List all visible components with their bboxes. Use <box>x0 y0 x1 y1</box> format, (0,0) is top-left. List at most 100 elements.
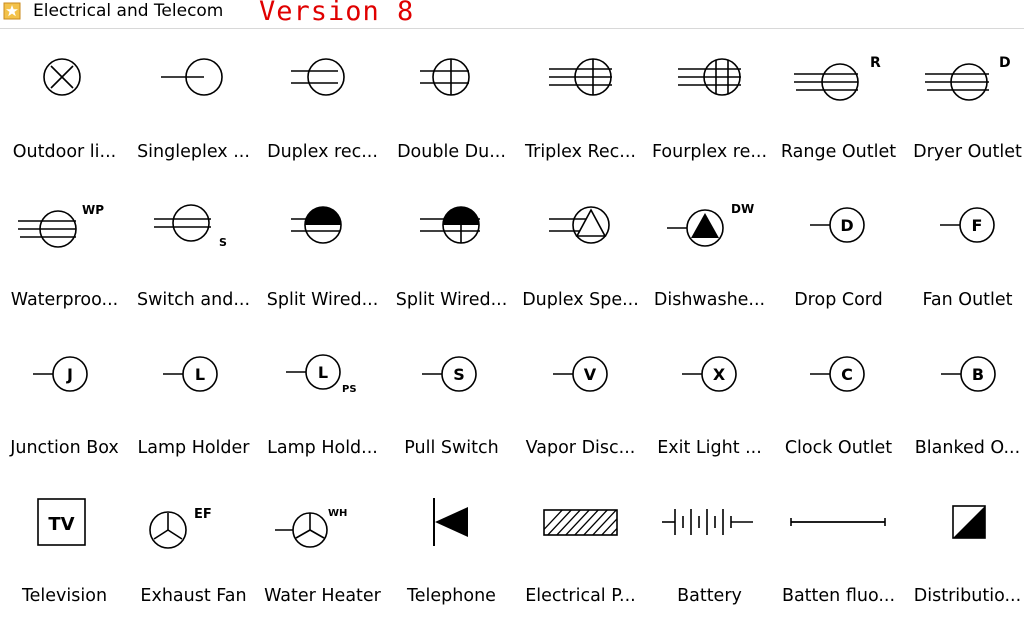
vapor-discharge-icon: V <box>516 324 645 434</box>
symbol-item[interactable]: C Clock Outlet <box>774 324 903 472</box>
symbol-item[interactable]: S Switch and... <box>129 176 258 324</box>
symbol-item[interactable]: Batten fluo... <box>774 472 903 620</box>
symbol-label: Outdoor li... <box>12 142 117 162</box>
dryer-outlet-icon: D <box>903 28 1024 138</box>
clock-tag: C <box>841 365 853 384</box>
symbol-item[interactable]: Telephone <box>387 472 516 620</box>
symbol-item[interactable]: Double Du... <box>387 28 516 176</box>
symbol-item[interactable]: Split Wired... <box>258 176 387 324</box>
symbol-item[interactable]: EF Exhaust Fan <box>129 472 258 620</box>
symbol-label: Batten fluo... <box>781 586 896 606</box>
telephone-icon <box>387 472 516 582</box>
symbol-item[interactable]: Singleplex ... <box>129 28 258 176</box>
range-outlet-icon: R <box>774 28 903 138</box>
symbol-item[interactable]: B Blanked O... <box>903 324 1024 472</box>
water-heater-icon: WH <box>258 472 387 582</box>
lamp-holder-tag: L <box>195 365 205 384</box>
symbol-item[interactable]: Duplex Spe... <box>516 176 645 324</box>
symbol-label: Split Wired... <box>266 290 379 310</box>
dryer-tag: D <box>999 55 1011 71</box>
symbol-label: Battery <box>677 586 742 606</box>
symbol-label: Singleplex ... <box>137 142 250 162</box>
split-wired-receptacle-icon <box>258 176 387 286</box>
symbol-item[interactable]: WH Water Heater <box>258 472 387 620</box>
symbol-label: Junction Box <box>10 438 119 458</box>
symbol-item[interactable]: Duplex rec... <box>258 28 387 176</box>
symbol-item[interactable]: Outdoor li... <box>0 28 129 176</box>
dishwasher-outlet-icon: DW <box>645 176 774 286</box>
switch-tag: S <box>219 236 227 249</box>
symbol-label: Duplex Spe... <box>522 290 639 310</box>
exit-light-tag: X <box>713 365 726 384</box>
fan-outlet-icon: F <box>903 176 1024 286</box>
symbol-item[interactable]: L Lamp Holder <box>129 324 258 472</box>
duplex-special-purpose-icon <box>516 176 645 286</box>
symbol-label: Triplex Rec... <box>525 142 636 162</box>
split-wired-double-receptacle-icon <box>387 176 516 286</box>
symbol-item[interactable]: Distributio... <box>903 472 1024 620</box>
symbol-label: Clock Outlet <box>784 438 893 458</box>
symbol-label: Double Du... <box>397 142 506 162</box>
symbol-label: Electrical P... <box>525 586 636 606</box>
symbol-item[interactable]: Electrical P... <box>516 472 645 620</box>
symbol-label: Pull Switch <box>404 438 499 458</box>
television-icon: TV <box>0 472 129 582</box>
waterproof-tag: WP <box>82 203 104 217</box>
symbol-label: Television <box>21 586 108 606</box>
fourplex-receptacle-icon <box>645 28 774 138</box>
symbol-item[interactable]: Triplex Rec... <box>516 28 645 176</box>
blanked-tag: B <box>972 365 984 384</box>
waterproof-outlet-icon: WP <box>0 176 129 286</box>
pull-switch-icon: S <box>387 324 516 434</box>
symbol-item[interactable]: D Dryer Outlet <box>903 28 1024 176</box>
symbol-label: Range Outlet <box>780 142 897 162</box>
pull-switch-tag: S <box>453 365 465 384</box>
double-duplex-receptacle-icon <box>387 28 516 138</box>
symbol-label: Dryer Outlet <box>913 142 1022 162</box>
range-tag: R <box>870 55 881 71</box>
symbol-label: Fan Outlet <box>922 290 1013 310</box>
drop-cord-tag: D <box>840 216 853 235</box>
symbol-label: Split Wired... <box>395 290 508 310</box>
lamp-holder-pull-switch-icon: L PS <box>258 324 387 434</box>
symbol-item[interactable]: D Drop Cord <box>774 176 903 324</box>
symbol-label: Drop Cord <box>794 290 883 310</box>
distribution-board-icon <box>903 472 1024 582</box>
symbol-item[interactable]: R Range Outlet <box>774 28 903 176</box>
symbol-item[interactable]: J Junction Box <box>0 324 129 472</box>
exhaust-fan-tag: EF <box>194 507 212 522</box>
triplex-receptacle-icon <box>516 28 645 138</box>
singleplex-receptacle-icon <box>129 28 258 138</box>
symbol-label: Duplex rec... <box>267 142 378 162</box>
fan-outlet-tag: F <box>972 216 983 235</box>
symbol-item[interactable]: DW Dishwashe... <box>645 176 774 324</box>
tv-tag: TV <box>48 514 74 535</box>
symbol-item[interactable]: Fourplex re... <box>645 28 774 176</box>
symbol-item[interactable]: L PS Lamp Hold... <box>258 324 387 472</box>
water-heater-tag: WH <box>328 508 347 519</box>
symbol-label: Exit Light ... <box>657 438 762 458</box>
lamp-holder-icon: L <box>129 324 258 434</box>
symbol-item[interactable]: X Exit Light ... <box>645 324 774 472</box>
symbol-label: Water Heater <box>264 586 381 606</box>
symbol-item[interactable]: Split Wired... <box>387 176 516 324</box>
duplex-receptacle-icon <box>258 28 387 138</box>
symbol-item[interactable]: F Fan Outlet <box>903 176 1024 324</box>
symbol-library-grid: Outdoor li... Singleplex ... Duplex rec.… <box>0 0 1024 606</box>
symbol-label: Distributio... <box>913 586 1022 606</box>
symbol-item[interactable]: S Pull Switch <box>387 324 516 472</box>
symbol-item[interactable]: V Vapor Disc... <box>516 324 645 472</box>
drop-cord-icon: D <box>774 176 903 286</box>
symbol-label: Vapor Disc... <box>525 438 636 458</box>
symbol-label: Lamp Hold... <box>267 438 378 458</box>
symbol-label: Blanked O... <box>914 438 1021 458</box>
symbol-label: Waterproo... <box>10 290 119 310</box>
switch-and-outlet-icon: S <box>129 176 258 286</box>
symbol-item[interactable]: Battery <box>645 472 774 620</box>
clock-outlet-icon: C <box>774 324 903 434</box>
exit-light-icon: X <box>645 324 774 434</box>
symbol-item[interactable]: TV Television <box>0 472 129 620</box>
dishwasher-tag: DW <box>731 202 754 216</box>
symbol-label: Switch and... <box>136 290 251 310</box>
symbol-item[interactable]: WP Waterproo... <box>0 176 129 324</box>
